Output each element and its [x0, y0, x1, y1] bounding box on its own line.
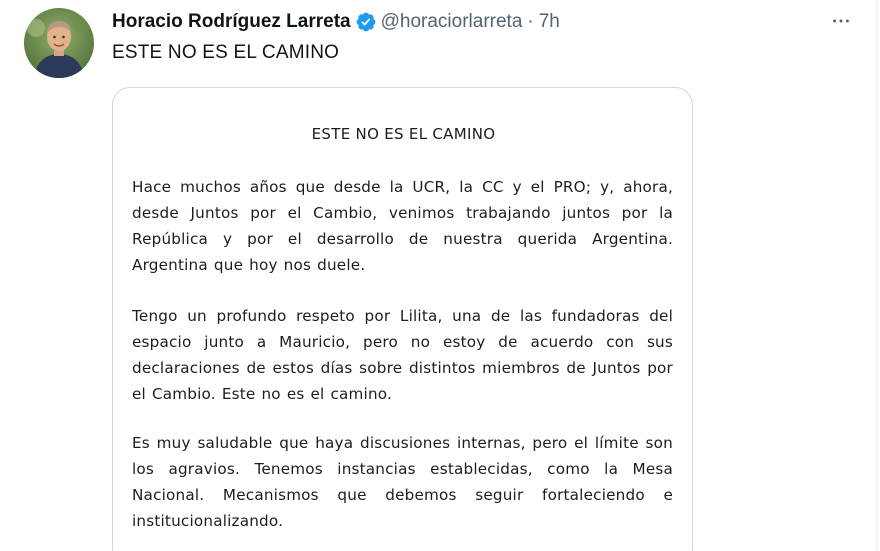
statement-title: ESTE NO ES EL CAMINO — [311, 125, 496, 143]
statement-paragraph-3: Es muy saludable que haya discusiones in… — [132, 434, 673, 530]
timeline-border — [876, 0, 877, 551]
statement-image: ESTE NO ES EL CAMINO Hace muchos años qu… — [113, 88, 692, 551]
more-options-button[interactable] — [826, 8, 856, 34]
more-options-icon — [833, 19, 849, 23]
avatar-image — [24, 8, 94, 78]
statement-paragraph-1: Hace muchos años que desde la UCR, la CC… — [132, 178, 673, 274]
display-name[interactable]: Horacio Rodríguez Larreta — [112, 11, 351, 33]
tweet: Horacio Rodríguez Larreta @horaciorlarre… — [0, 0, 880, 551]
verified-badge-icon — [356, 12, 376, 32]
tweet-header: Horacio Rodríguez Larreta @horaciorlarre… — [112, 10, 560, 34]
avatar[interactable] — [24, 8, 94, 78]
user-handle[interactable]: @horaciorlarreta — [381, 11, 523, 33]
timestamp[interactable]: 7h — [539, 11, 560, 33]
statement-paragraph-2: Tengo un profundo respeto por Lilita, un… — [132, 307, 673, 403]
media-card[interactable]: ESTE NO ES EL CAMINO Hace muchos años qu… — [112, 87, 693, 551]
separator-dot: · — [527, 11, 534, 32]
tweet-text: ESTE NO ES EL CAMINO — [112, 42, 340, 63]
